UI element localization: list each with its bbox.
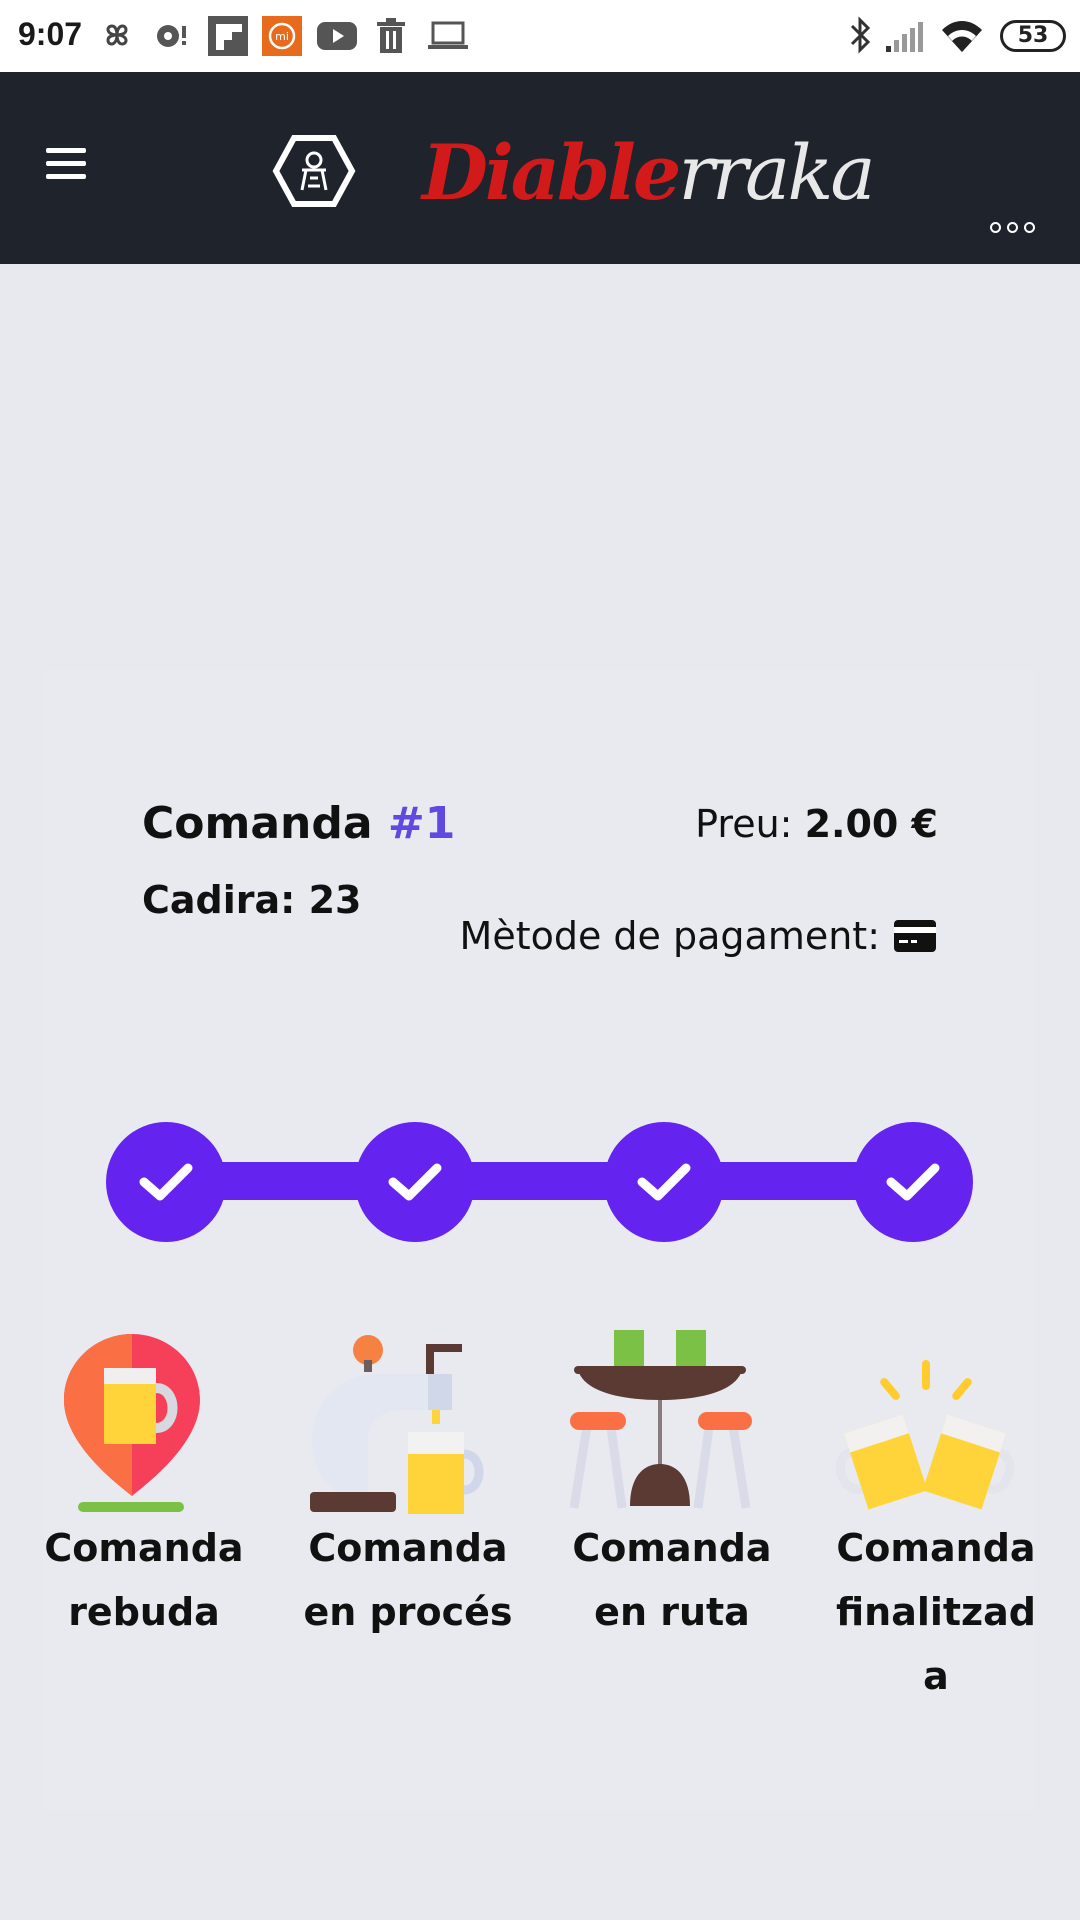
battery-indicator: 53 xyxy=(1000,20,1066,52)
payment-method-label: Mètode de pagament: xyxy=(459,914,880,958)
price-value: 2.00 € xyxy=(804,802,938,846)
logo-hexagon-icon xyxy=(272,135,356,207)
wifi-icon xyxy=(942,21,982,52)
beer-location-pin-icon xyxy=(64,1334,200,1512)
order-title: Comanda #1 xyxy=(142,798,456,849)
pinwheel-icon xyxy=(106,24,128,46)
brand-logo[interactable]: Diablerraka xyxy=(422,128,876,218)
youtube-icon xyxy=(317,22,357,50)
progress-step-2 xyxy=(355,1122,475,1242)
check-icon xyxy=(637,1163,691,1201)
brand-text-white: rraka xyxy=(678,128,875,217)
more-options-icon[interactable] xyxy=(990,222,1036,236)
progress-track xyxy=(166,1162,914,1200)
progress-step-1 xyxy=(106,1122,226,1242)
step-label-finished: Comanda finalitzada xyxy=(835,1526,1037,1698)
price: Preu: 2.00 € xyxy=(695,802,938,846)
chair-number: Cadira: 23 xyxy=(142,878,362,922)
status-bar: 9:07 mi 53 xyxy=(0,0,1080,72)
progress-step-3 xyxy=(604,1122,724,1242)
status-time: 9:07 xyxy=(18,16,83,52)
menu-icon[interactable] xyxy=(46,148,86,180)
podcast-icon xyxy=(157,25,186,47)
cheers-icon xyxy=(835,1360,1015,1510)
credit-card-icon xyxy=(894,920,936,952)
svg-text:mi: mi xyxy=(275,30,289,43)
laptop-icon xyxy=(428,21,468,49)
check-icon xyxy=(886,1163,940,1201)
check-icon xyxy=(388,1163,442,1201)
check-icon xyxy=(139,1163,193,1201)
signal-icon xyxy=(886,22,923,52)
payment-method: Mètode de pagament: xyxy=(460,914,938,958)
brand-text-red: Diable xyxy=(422,128,681,217)
beer-tap-icon xyxy=(310,1335,484,1514)
bar-table-icon xyxy=(569,1330,752,1509)
step-label-received: Comanda rebuda xyxy=(44,1526,244,1634)
progress-step-4 xyxy=(853,1122,973,1242)
bluetooth-icon xyxy=(850,16,871,54)
mi-app-icon: mi xyxy=(262,16,302,56)
order-number: #1 xyxy=(387,798,456,849)
step-label-in-process: Comanda en procés xyxy=(303,1526,513,1634)
trash-icon xyxy=(377,18,405,53)
flipboard-icon xyxy=(208,16,248,56)
step-label-en-route: Comanda en ruta xyxy=(572,1526,772,1634)
price-label: Preu: xyxy=(695,802,793,846)
app-header: Diablerraka xyxy=(0,72,1080,264)
